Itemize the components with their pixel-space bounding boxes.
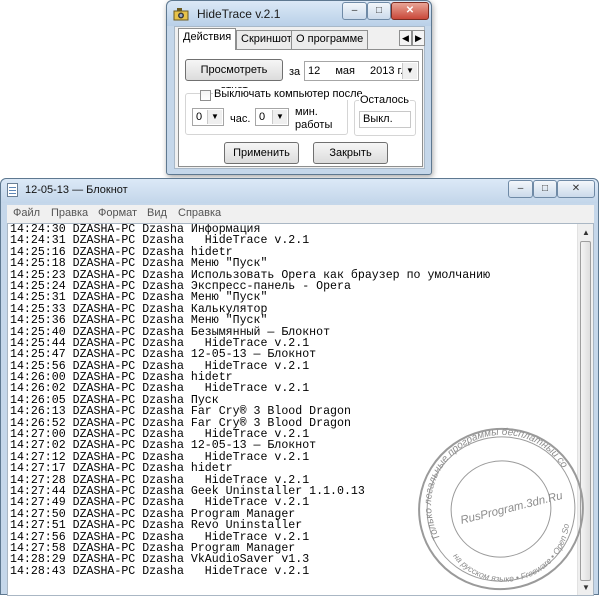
log-line: 14:25:36 DZASHA-PC Dzasha Меню "Пуск"	[10, 314, 268, 328]
notepad-titlebar[interactable]: 12-05-13 — Блокнот ‒ □ ✕	[1, 179, 598, 203]
shutdown-checkbox[interactable]	[200, 90, 211, 101]
shutdown-checkbox-label: Выключать компьютер после	[213, 88, 364, 100]
notepad-close-button[interactable]: ✕	[557, 180, 595, 198]
actions-panel: Просмотреть отчет за 12 мая 2013 г. ▼ Вы…	[178, 49, 423, 167]
maximize-button[interactable]: □	[367, 2, 391, 20]
log-line: 14:25:47 DZASHA-PC Dzasha 12-05-13 — Бло…	[10, 348, 317, 362]
close-window-button[interactable]: ✕	[391, 2, 429, 20]
date-year: 2013 г.	[370, 65, 404, 77]
watermark-stamp: Только легальные программы бесплатный со…	[413, 423, 584, 595]
menu-help[interactable]: Справка	[178, 207, 221, 219]
menu-format[interactable]: Формат	[98, 207, 137, 219]
view-report-button[interactable]: Просмотреть отчет	[185, 59, 283, 96]
log-line: 14:26:13 DZASHA-PC Dzasha Far Cry® 3 Blo…	[10, 405, 351, 419]
tab-scroll-right-icon[interactable]: ▶	[412, 30, 425, 46]
work-label: работы	[295, 119, 333, 131]
hours-value: 0	[196, 111, 203, 123]
apply-button[interactable]: Применить	[224, 142, 299, 164]
notepad-title: 12-05-13 — Блокнот	[25, 184, 128, 196]
remaining-label: Осталось	[359, 94, 410, 106]
tab-about[interactable]: О программе	[291, 30, 369, 49]
hidetrace-titlebar[interactable]: HideTrace v.2.1 ‒ □ ✕	[167, 1, 431, 26]
hidetrace-window: HideTrace v.2.1 ‒ □ ✕ Действия Скриншот …	[166, 0, 432, 175]
notepad-icon	[7, 183, 18, 197]
notepad-maximize-button[interactable]: □	[533, 180, 557, 198]
report-date-picker[interactable]: 12 мая 2013 г. ▼	[304, 61, 419, 81]
calendar-dropdown-icon[interactable]: ▼	[402, 63, 417, 79]
app-icon	[173, 8, 189, 21]
hours-label: час.	[230, 113, 251, 125]
tab-scroll-left-icon[interactable]: ◀	[399, 30, 412, 46]
date-day: 12	[308, 65, 321, 77]
tab-screenshot[interactable]: Скриншот	[236, 30, 297, 49]
menu-edit[interactable]: Правка	[51, 207, 88, 219]
hidetrace-title: HideTrace v.2.1	[197, 7, 281, 21]
watermark-outer-text: Только легальные программы бесплатный со…	[413, 423, 580, 547]
tab-actions[interactable]: Действия	[178, 28, 237, 50]
date-month: мая	[335, 65, 355, 77]
notepad-minimize-button[interactable]: ‒	[508, 180, 533, 198]
hidetrace-body: Действия Скриншот О программе ◀ ▶ Просмо…	[174, 26, 425, 169]
log-line: 14:25:18 DZASHA-PC Dzasha Меню "Пуск"	[10, 257, 268, 271]
scroll-up-icon[interactable]: ▲	[579, 225, 593, 240]
menu-view[interactable]: Вид	[147, 207, 167, 219]
notepad-menubar: Файл Правка Формат Вид Справка	[7, 205, 594, 223]
minutes-value: 0	[259, 111, 266, 123]
remaining-value: Выкл.	[359, 111, 411, 128]
minutes-dropdown-icon: ▼	[272, 110, 287, 124]
hours-dropdown-icon: ▼	[207, 110, 222, 124]
close-button[interactable]: Закрыть	[313, 142, 388, 164]
minimize-button[interactable]: ‒	[342, 2, 367, 20]
minutes-select[interactable]: 0 ▼	[255, 108, 289, 126]
minutes-label: мин.	[295, 106, 318, 118]
menu-file[interactable]: Файл	[13, 207, 40, 219]
hours-select[interactable]: 0 ▼	[192, 108, 224, 126]
for-label: за	[289, 66, 301, 78]
